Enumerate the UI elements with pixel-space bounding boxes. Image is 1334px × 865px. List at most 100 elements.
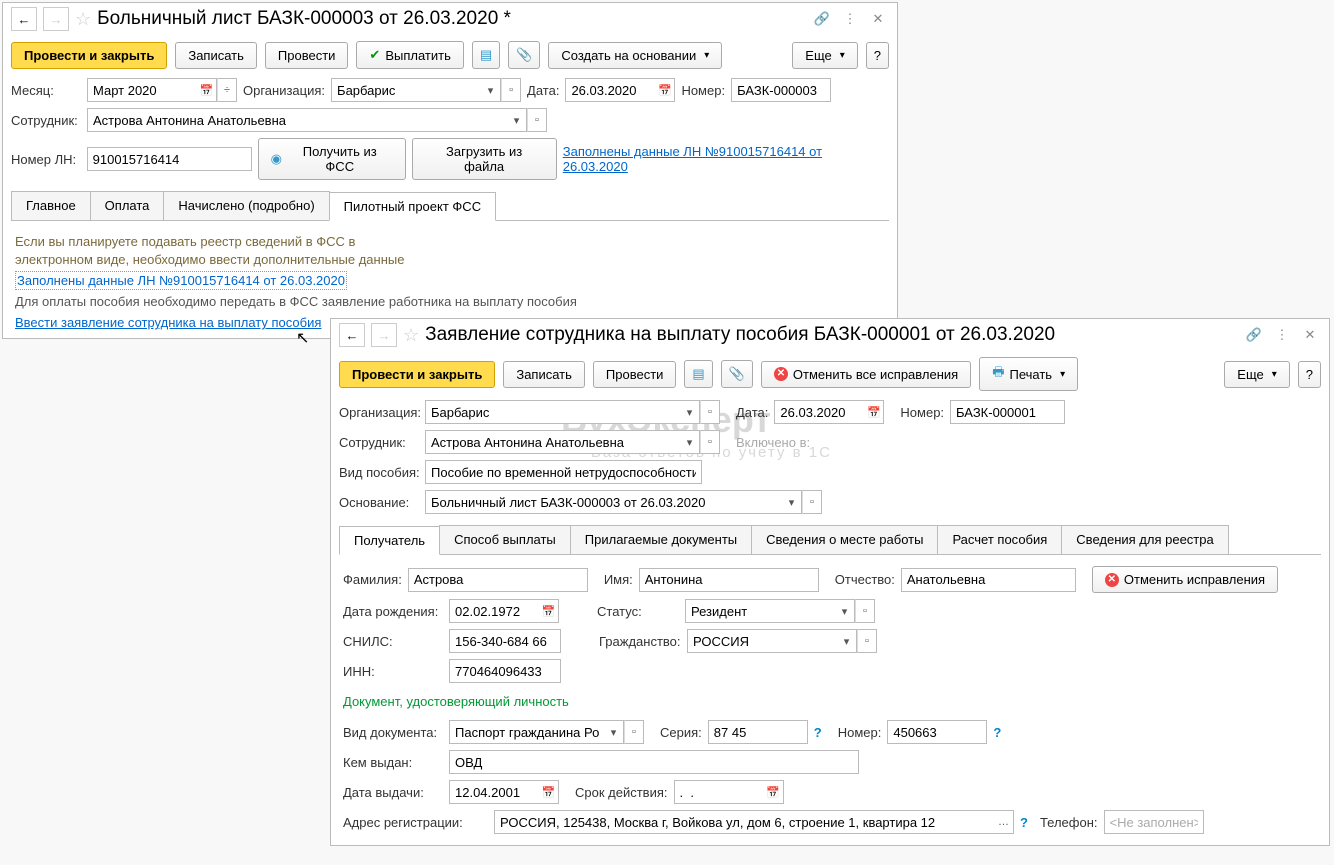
help-button[interactable]: ?: [866, 42, 889, 69]
date-input[interactable]: [774, 400, 864, 424]
tab-workplace[interactable]: Сведения о месте работы: [751, 525, 938, 554]
link-icon[interactable]: 🔗: [1243, 324, 1265, 346]
pay-button[interactable]: ✔Выплатить: [356, 41, 463, 69]
tab-registry[interactable]: Сведения для реестра: [1061, 525, 1228, 554]
help-button[interactable]: ?: [1298, 361, 1321, 388]
menu-icon[interactable]: ⋮: [839, 8, 861, 30]
ln-data-link2[interactable]: Заполнены данные ЛН №910015716414 от 26.…: [15, 271, 347, 290]
help-icon[interactable]: ?: [993, 725, 1001, 740]
cancel-corrections-button[interactable]: ✕Отменить все исправления: [761, 361, 971, 388]
list-icon-button[interactable]: ▤: [684, 360, 712, 388]
docnum-input[interactable]: [887, 720, 987, 744]
org-input[interactable]: [425, 400, 680, 424]
lastname-input[interactable]: [408, 568, 588, 592]
open-icon[interactable]: ▫: [855, 599, 875, 623]
open-icon[interactable]: ▫: [700, 400, 720, 424]
link-icon[interactable]: 🔗: [811, 8, 833, 30]
tab-pilot-fss[interactable]: Пилотный проект ФСС: [329, 192, 496, 221]
open-icon[interactable]: ▫: [501, 78, 521, 102]
dropdown-icon[interactable]: ▾: [604, 720, 624, 744]
calendar-icon[interactable]: 📅: [864, 400, 884, 424]
calendar-icon[interactable]: 📅: [539, 599, 559, 623]
snils-input[interactable]: [449, 629, 561, 653]
forward-button[interactable]: →: [371, 323, 397, 347]
create-based-button[interactable]: Создать на основании: [548, 42, 722, 69]
series-input[interactable]: [708, 720, 808, 744]
tab-recipient[interactable]: Получатель: [339, 526, 440, 555]
open-icon[interactable]: ▫: [624, 720, 644, 744]
issue-date-input[interactable]: [449, 780, 539, 804]
open-icon[interactable]: ▫: [700, 430, 720, 454]
employee-input[interactable]: [87, 108, 507, 132]
load-file-button[interactable]: Загрузить из файла: [412, 138, 557, 180]
cancel-corrections2-button[interactable]: ✕Отменить исправления: [1092, 566, 1278, 593]
dropdown-icon[interactable]: ▾: [481, 78, 501, 102]
open-icon[interactable]: ▫: [802, 490, 822, 514]
dropdown-icon[interactable]: ▾: [782, 490, 802, 514]
inn-input[interactable]: [449, 659, 561, 683]
calendar-icon[interactable]: 📅: [197, 78, 217, 102]
phone-input[interactable]: [1104, 810, 1204, 834]
attach-button[interactable]: 📎: [508, 41, 540, 69]
month-input[interactable]: [87, 78, 197, 102]
post-close-button[interactable]: Провести и закрыть: [11, 42, 167, 69]
birthdate-input[interactable]: [449, 599, 539, 623]
calendar-icon[interactable]: 📅: [539, 780, 559, 804]
tab-accrued[interactable]: Начислено (подробно): [163, 191, 329, 220]
close-icon[interactable]: ✕: [867, 8, 889, 30]
basis-input[interactable]: [425, 490, 782, 514]
dropdown-icon[interactable]: ▾: [837, 629, 857, 653]
get-fss-button[interactable]: ◉Получить из ФСС: [258, 138, 406, 180]
tab-calculation[interactable]: Расчет пособия: [937, 525, 1062, 554]
tab-payment-method[interactable]: Способ выплаты: [439, 525, 571, 554]
status-input[interactable]: [685, 599, 835, 623]
issued-by-input[interactable]: [449, 750, 859, 774]
tab-payment[interactable]: Оплата: [90, 191, 165, 220]
write-button[interactable]: Записать: [175, 42, 257, 69]
close-icon[interactable]: ✕: [1299, 324, 1321, 346]
employee-input[interactable]: [425, 430, 680, 454]
ln-data-link[interactable]: Заполнены данные ЛН №910015716414 от 26.…: [563, 144, 889, 174]
open-icon[interactable]: ▫: [527, 108, 547, 132]
more-button[interactable]: Еще: [1224, 361, 1289, 388]
forward-button[interactable]: →: [43, 7, 69, 31]
menu-icon[interactable]: ⋮: [1271, 324, 1293, 346]
ellipsis-icon[interactable]: …: [994, 810, 1014, 834]
list-icon-button[interactable]: ▤: [472, 41, 500, 69]
validity-input[interactable]: [674, 780, 764, 804]
post-close-button[interactable]: Провести и закрыть: [339, 361, 495, 388]
more-button[interactable]: Еще: [792, 42, 857, 69]
create-app-link[interactable]: Ввести заявление сотрудника на выплату п…: [15, 315, 321, 330]
print-button[interactable]: 🖶Печать: [979, 357, 1078, 391]
help-icon[interactable]: ?: [814, 725, 822, 740]
calendar-icon[interactable]: 📅: [764, 780, 784, 804]
tab-documents[interactable]: Прилагаемые документы: [570, 525, 752, 554]
write-button[interactable]: Записать: [503, 361, 585, 388]
tab-main[interactable]: Главное: [11, 191, 91, 220]
calendar-icon[interactable]: 📅: [655, 78, 675, 102]
dropdown-icon[interactable]: ▾: [680, 400, 700, 424]
post-button[interactable]: Провести: [593, 361, 677, 388]
favorite-icon[interactable]: ☆: [403, 325, 419, 346]
number-input[interactable]: [950, 400, 1065, 424]
favorite-icon[interactable]: ☆: [75, 9, 91, 30]
doctype-input[interactable]: [449, 720, 604, 744]
date-input[interactable]: [565, 78, 655, 102]
org-input[interactable]: [331, 78, 481, 102]
post-button[interactable]: Провести: [265, 42, 349, 69]
help-icon[interactable]: ?: [1020, 815, 1028, 830]
stepper-icon[interactable]: ÷: [217, 78, 237, 102]
back-button[interactable]: ←: [11, 7, 37, 31]
dropdown-icon[interactable]: ▾: [835, 599, 855, 623]
dropdown-icon[interactable]: ▾: [680, 430, 700, 454]
ln-input[interactable]: [87, 147, 252, 171]
number-input[interactable]: [731, 78, 831, 102]
dropdown-icon[interactable]: ▾: [507, 108, 527, 132]
firstname-input[interactable]: [639, 568, 819, 592]
back-button[interactable]: ←: [339, 323, 365, 347]
reg-addr-input[interactable]: [494, 810, 994, 834]
citizenship-input[interactable]: [687, 629, 837, 653]
patronymic-input[interactable]: [901, 568, 1076, 592]
attach-button[interactable]: 📎: [721, 360, 753, 388]
open-icon[interactable]: ▫: [857, 629, 877, 653]
